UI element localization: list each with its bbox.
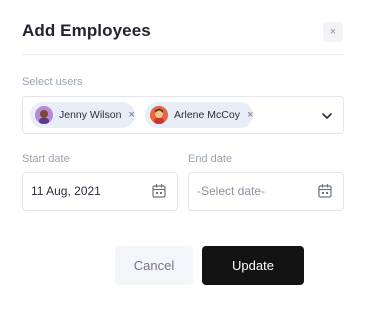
start-date-value: 11 Aug, 2021	[31, 184, 101, 198]
user-chip-name: Jenny Wilson	[59, 109, 122, 121]
close-icon: ×	[329, 25, 337, 38]
user-avatar-icon	[35, 106, 53, 124]
header-divider	[22, 54, 344, 55]
end-date-field[interactable]: -Select date-	[188, 172, 344, 211]
select-users-field[interactable]: Jenny Wilson × Arlene McCoy ×	[22, 96, 344, 134]
calendar-icon[interactable]	[151, 183, 167, 199]
close-button[interactable]: ×	[323, 22, 343, 42]
user-chip-jenny-wilson: Jenny Wilson ×	[30, 102, 135, 128]
user-avatar-icon	[150, 106, 168, 124]
end-date-placeholder: -Select date-	[197, 184, 266, 198]
calendar-icon[interactable]	[317, 183, 333, 199]
chevron-down-icon[interactable]	[321, 109, 333, 121]
cancel-button[interactable]: Cancel	[115, 246, 193, 285]
start-date-label: Start date	[22, 153, 70, 165]
user-chip-arlene-mccoy: Arlene McCoy ×	[145, 102, 254, 128]
end-date-label: End date	[188, 153, 233, 165]
select-users-label: Select users	[22, 76, 83, 88]
remove-chip-icon[interactable]: ×	[128, 109, 134, 121]
dialog-title: Add Employees	[22, 21, 151, 40]
update-button[interactable]: Update	[202, 246, 304, 285]
remove-chip-icon[interactable]: ×	[247, 109, 253, 121]
start-date-field[interactable]: 11 Aug, 2021	[22, 172, 178, 211]
user-chip-name: Arlene McCoy	[174, 109, 240, 121]
